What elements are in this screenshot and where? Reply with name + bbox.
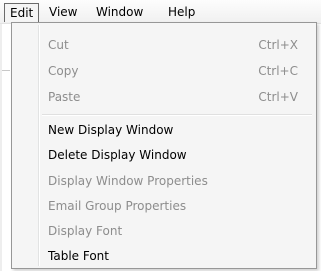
menu-item-label: Delete Display Window (48, 148, 187, 162)
menu-item-display-font[interactable]: Display Font (14, 220, 314, 242)
menu-item-display-window-properties[interactable]: Display Window Properties (14, 170, 314, 192)
menu-item-label: Copy (48, 64, 79, 78)
menu-view[interactable]: View (43, 3, 83, 22)
menu-item-copy[interactable]: Copy Ctrl+C (14, 60, 314, 82)
menu-item-shortcut: Ctrl+C (258, 64, 298, 78)
background-divider (2, 70, 10, 71)
menu-item-delete-display-window[interactable]: Delete Display Window (14, 144, 314, 166)
menu-item-label: Cut (48, 38, 69, 52)
menu-separator (42, 114, 312, 116)
menu-item-label: Display Window Properties (48, 174, 208, 188)
edit-menu-dropdown: Cut Ctrl+X Copy Ctrl+C Paste Ctrl+V New … (11, 22, 317, 269)
menu-item-shortcut: Ctrl+X (258, 38, 298, 52)
menu-item-table-font[interactable]: Table Font (14, 245, 314, 267)
menu-item-new-display-window[interactable]: New Display Window (14, 119, 314, 141)
background-window-edge (0, 24, 2, 271)
app-window: Edit View Window Help Cut Ctrl+X Copy Ct… (0, 0, 321, 271)
menu-help[interactable]: Help (162, 3, 201, 22)
menu-bar: Edit View Window Help (0, 0, 321, 24)
menu-item-email-group-properties[interactable]: Email Group Properties (14, 195, 314, 217)
menu-item-cut[interactable]: Cut Ctrl+X (14, 34, 314, 56)
menu-item-label: Display Font (48, 224, 123, 238)
menu-item-label: Email Group Properties (48, 199, 187, 213)
menu-window[interactable]: Window (90, 3, 149, 22)
menu-item-shortcut: Ctrl+V (258, 90, 298, 104)
menu-edit[interactable]: Edit (4, 3, 40, 22)
menu-item-label: Paste (48, 90, 81, 104)
menu-item-label: New Display Window (48, 123, 174, 137)
menu-item-label: Table Font (48, 249, 109, 263)
menu-item-paste[interactable]: Paste Ctrl+V (14, 86, 314, 108)
